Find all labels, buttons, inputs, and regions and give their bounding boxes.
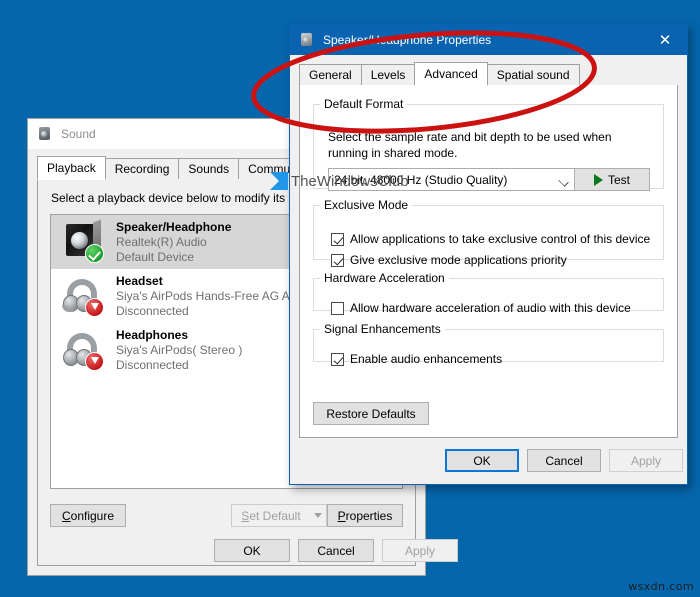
speaker-headphone-properties-dialog[interactable]: Speaker/Headphone Properties ✕ General L… (289, 24, 688, 485)
device-name: Headset (116, 273, 163, 288)
signal-enhancements-legend: Signal Enhancements (324, 322, 441, 336)
set-default-dropdown-arrow[interactable] (310, 504, 327, 527)
properties-dialog-body: General Levels Advanced Spatial sound De… (290, 55, 687, 484)
tab-playback[interactable]: Playback (37, 156, 106, 180)
speaker-icon (37, 126, 53, 142)
advanced-tab-panel: Default Format Select the sample rate an… (299, 85, 678, 438)
set-default-button[interactable]: Set Default (231, 504, 311, 527)
configure-button[interactable]: Configure (50, 504, 126, 527)
down-arrow-badge-icon (85, 352, 104, 371)
exclusive-control-label: Allow applications to take exclusive con… (350, 232, 651, 246)
hardware-acceleration-checkbox-row[interactable]: Allow hardware acceleration of audio wit… (331, 301, 631, 315)
properties-button[interactable]: Properties (327, 504, 403, 527)
checkbox-icon[interactable] (331, 301, 344, 315)
sample-rate-value: 24 bit, 48000 Hz (Studio Quality) (334, 172, 508, 187)
tab-advanced[interactable]: Advanced (414, 62, 488, 86)
exclusive-mode-group: Exclusive Mode Allow applications to tak… (313, 198, 664, 267)
speaker-device-icon (62, 220, 106, 264)
properties-dialog-title: Speaker/Headphone Properties (323, 33, 492, 47)
test-button[interactable]: Test (574, 168, 650, 191)
device-name: Headphones (116, 327, 189, 342)
device-status: Disconnected (116, 357, 189, 372)
audio-enhancements-checkbox-row[interactable]: Enable audio enhancements (331, 352, 502, 366)
device-name: Speaker/Headphone (116, 219, 232, 234)
sample-rate-dropdown[interactable]: 24 bit, 48000 Hz (Studio Quality) (328, 168, 576, 191)
tab-sounds[interactable]: Sounds (178, 158, 240, 179)
exclusive-mode-legend: Exclusive Mode (324, 198, 409, 212)
device-status: Default Device (116, 249, 195, 264)
restore-defaults-button[interactable]: Restore Defaults (313, 402, 429, 425)
properties-ok-button[interactable]: OK (445, 449, 519, 472)
headset-device-icon (62, 274, 106, 318)
hardware-acceleration-group: Hardware Acceleration Allow hardware acc… (313, 271, 664, 315)
checkbox-icon[interactable] (331, 253, 344, 267)
tab-spatial-sound[interactable]: Spatial sound (486, 64, 580, 85)
speaker-icon (299, 32, 315, 48)
device-driver: Siya's AirPods( Stereo ) (116, 342, 243, 357)
checkbox-icon[interactable] (331, 352, 344, 366)
default-format-legend: Default Format (324, 97, 404, 111)
check-badge-icon (85, 244, 104, 263)
properties-tabstrip: General Levels Advanced Spatial sound (299, 62, 678, 86)
play-icon (593, 173, 603, 186)
device-status: Disconnected (116, 303, 189, 318)
default-format-group: Default Format Select the sample rate an… (313, 97, 664, 191)
down-arrow-badge-icon (85, 298, 104, 317)
default-format-description: Select the sample rate and bit depth to … (328, 130, 612, 161)
test-button-label: Test (607, 172, 630, 187)
device-driver: Realtek(R) Audio (116, 234, 207, 249)
corner-watermark-text: wsxdn.com (628, 580, 694, 593)
tab-recording[interactable]: Recording (104, 158, 180, 179)
exclusive-priority-checkbox-row[interactable]: Give exclusive mode applications priorit… (331, 253, 567, 267)
hardware-acceleration-legend: Hardware Acceleration (324, 271, 445, 285)
exclusive-control-checkbox-row[interactable]: Allow applications to take exclusive con… (331, 232, 650, 246)
signal-enhancements-group: Signal Enhancements Enable audio enhance… (313, 322, 664, 366)
sound-ok-button[interactable]: OK (214, 539, 290, 562)
properties-dialog-footer: OK Cancel Apply (290, 438, 687, 484)
chevron-down-icon (314, 513, 322, 518)
close-icon[interactable]: ✕ (643, 25, 687, 55)
exclusive-priority-label: Give exclusive mode applications priorit… (350, 253, 567, 267)
hardware-acceleration-label: Allow hardware acceleration of audio wit… (350, 301, 631, 315)
sound-apply-button[interactable]: Apply (382, 539, 458, 562)
audio-enhancements-label: Enable audio enhancements (350, 352, 503, 366)
checkbox-icon[interactable] (331, 232, 344, 246)
properties-cancel-button[interactable]: Cancel (527, 449, 601, 472)
sound-window-footer: OK Cancel Apply (28, 527, 458, 575)
sound-window-title: Sound (61, 127, 96, 141)
desktop-background: Sound Playback Recording Sounds Communic… (0, 0, 700, 597)
chevron-down-icon (558, 176, 569, 187)
tab-levels[interactable]: Levels (360, 64, 416, 85)
device-driver: Siya's AirPods Hands-Free AG Audio (116, 288, 313, 303)
properties-apply-button[interactable]: Apply (609, 449, 683, 472)
sound-cancel-button[interactable]: Cancel (298, 539, 374, 562)
headphones-device-icon (62, 328, 106, 372)
properties-titlebar[interactable]: Speaker/Headphone Properties ✕ (290, 25, 687, 55)
tab-general[interactable]: General (299, 64, 362, 85)
